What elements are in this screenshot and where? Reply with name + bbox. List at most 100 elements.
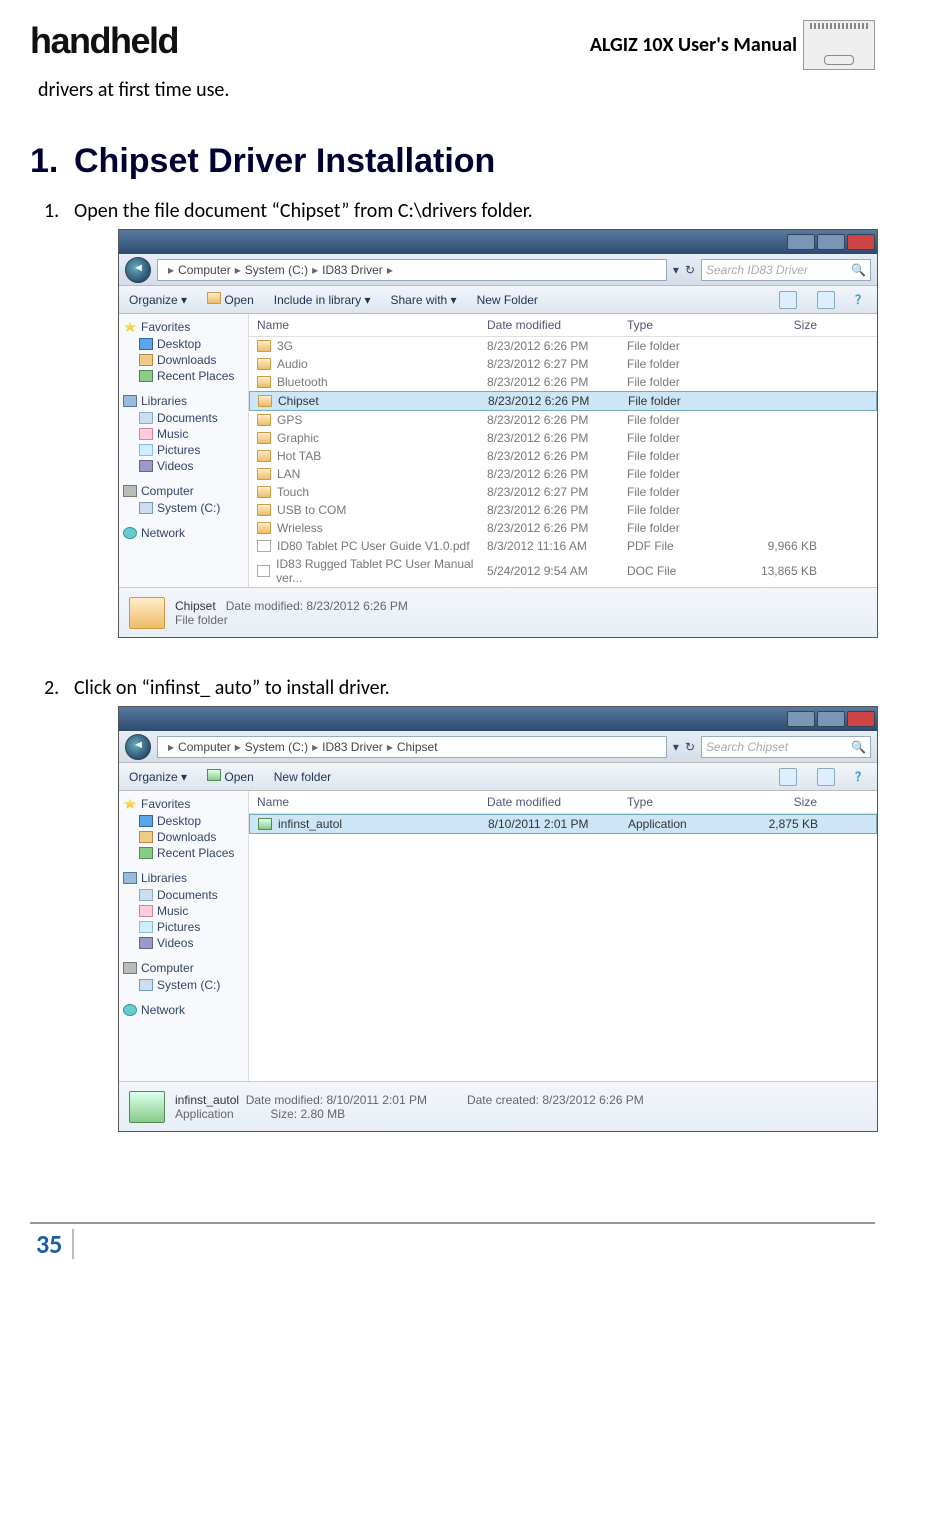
share-button[interactable]: Share with ▾ [391,293,457,307]
nav-favorites[interactable]: Favorites [123,320,244,334]
col-date[interactable]: Date modified [487,795,627,809]
nav-downloads[interactable]: Downloads [123,352,244,368]
nav-pictures[interactable]: Pictures [123,919,244,935]
breadcrumb-seg[interactable]: ID83 Driver [322,263,383,277]
nav-computer[interactable]: Computer [123,484,244,498]
explorer-window-2: ▸ Computer▸ System (C:)▸ ID83 Driver▸ Ch… [118,706,878,1132]
file-type: File folder [627,449,737,463]
file-row[interactable]: Hot TAB8/23/2012 6:26 PMFile folder [249,447,877,465]
organize-button[interactable]: Organize ▾ [129,770,187,784]
nav-music[interactable]: Music [123,903,244,919]
file-row[interactable]: Wrieless8/23/2012 6:26 PMFile folder [249,519,877,537]
back-button[interactable] [125,734,151,760]
help-button[interactable]: ？ [855,768,867,785]
col-date[interactable]: Date modified [487,318,627,332]
preview-button[interactable] [817,291,835,309]
explorer-window-1: ▸ Computer▸ System (C:)▸ ID83 Driver▸ ▾↻… [118,229,878,638]
file-type: File folder [627,521,737,535]
file-row[interactable]: LAN8/23/2012 6:26 PMFile folder [249,465,877,483]
include-button[interactable]: Include in library ▾ [274,293,371,307]
file-row[interactable]: Graphic8/23/2012 6:26 PMFile folder [249,429,877,447]
nav-network[interactable]: Network [123,526,244,540]
open-button[interactable]: Open [207,769,254,784]
col-name[interactable]: Name [257,318,487,332]
file-icon [257,565,270,577]
organize-button[interactable]: Organize ▾ [129,293,187,307]
close-button[interactable] [847,234,875,250]
search-icon: 🔍 [851,263,866,277]
newfolder-button[interactable]: New Folder [477,293,538,307]
nav-documents[interactable]: Documents [123,887,244,903]
file-row[interactable]: Touch8/23/2012 6:27 PMFile folder [249,483,877,501]
close-button[interactable] [847,711,875,727]
nav-computer[interactable]: Computer [123,961,244,975]
help-button[interactable]: ？ [855,291,867,308]
address-bar[interactable]: ▸ Computer▸ System (C:)▸ ID83 Driver▸ Ch… [157,736,667,758]
nav-favorites[interactable]: Favorites [123,797,244,811]
file-row[interactable]: infinst_autol8/10/2011 2:01 PMApplicatio… [249,814,877,834]
open-button[interactable]: Open [207,292,254,307]
maximize-button[interactable] [817,711,845,727]
breadcrumb-seg[interactable]: System (C:) [245,740,308,754]
nav-downloads[interactable]: Downloads [123,829,244,845]
titlebar [119,707,877,731]
col-size[interactable]: Size [737,318,817,332]
col-name[interactable]: Name [257,795,487,809]
file-row[interactable]: 3G8/23/2012 6:26 PMFile folder [249,337,877,355]
nav-libraries[interactable]: Libraries [123,871,244,885]
breadcrumb-seg[interactable]: ID83 Driver [322,740,383,754]
nav-pictures[interactable]: Pictures [123,442,244,458]
file-row[interactable]: ID83 Rugged Tablet PC User Manual ver...… [249,555,877,587]
search-placeholder: Search ID83 Driver [706,263,808,277]
file-list: Name Date modified Type Size 3G8/23/2012… [249,314,877,587]
folder-icon [257,522,271,534]
file-size: 2,875 KB [738,817,818,831]
nav-videos[interactable]: Videos [123,458,244,474]
minimize-button[interactable] [787,711,815,727]
back-button[interactable] [125,257,151,283]
file-row[interactable]: GPS8/23/2012 6:26 PMFile folder [249,411,877,429]
file-size: 13,865 KB [737,564,817,578]
nav-desktop[interactable]: Desktop [123,336,244,352]
address-bar[interactable]: ▸ Computer▸ System (C:)▸ ID83 Driver▸ [157,259,667,281]
nav-videos[interactable]: Videos [123,935,244,951]
col-size[interactable]: Size [737,795,817,809]
file-date: 5/24/2012 9:54 AM [487,564,627,578]
maximize-button[interactable] [817,234,845,250]
file-row[interactable]: Audio8/23/2012 6:27 PMFile folder [249,355,877,373]
search-input[interactable]: Search Chipset 🔍 [701,736,871,758]
nav-desktop[interactable]: Desktop [123,813,244,829]
minimize-button[interactable] [787,234,815,250]
preview-button[interactable] [817,768,835,786]
file-row[interactable]: ID80 Tablet PC User Guide V1.0.pdf8/3/20… [249,537,877,555]
nav-documents[interactable]: Documents [123,410,244,426]
file-date: 8/23/2012 6:26 PM [487,503,627,517]
nav-recent[interactable]: Recent Places [123,368,244,384]
nav-network[interactable]: Network [123,1003,244,1017]
file-row[interactable]: USB to COM8/23/2012 6:26 PMFile folder [249,501,877,519]
col-type[interactable]: Type [627,318,737,332]
nav-systemc[interactable]: System (C:) [123,977,244,993]
col-type[interactable]: Type [627,795,737,809]
file-date: 8/23/2012 6:26 PM [487,413,627,427]
file-date: 8/3/2012 11:16 AM [487,539,627,553]
newfolder-button[interactable]: New folder [274,770,331,784]
search-input[interactable]: Search ID83 Driver 🔍 [701,259,871,281]
folder-icon [257,432,271,444]
file-row[interactable]: Bluetooth8/23/2012 6:26 PMFile folder [249,373,877,391]
view-button[interactable] [779,291,797,309]
breadcrumb-seg[interactable]: Chipset [397,740,438,754]
view-button[interactable] [779,768,797,786]
nav-music[interactable]: Music [123,426,244,442]
breadcrumb-seg[interactable]: Computer [178,263,231,277]
file-type: File folder [627,467,737,481]
file-date: 8/10/2011 2:01 PM [488,817,628,831]
nav-recent[interactable]: Recent Places [123,845,244,861]
nav-libraries[interactable]: Libraries [123,394,244,408]
nav-systemc[interactable]: System (C:) [123,500,244,516]
folder-icon [257,358,271,370]
file-type: File folder [627,375,737,389]
breadcrumb-seg[interactable]: System (C:) [245,263,308,277]
breadcrumb-seg[interactable]: Computer [178,740,231,754]
file-row[interactable]: Chipset8/23/2012 6:26 PMFile folder [249,391,877,411]
